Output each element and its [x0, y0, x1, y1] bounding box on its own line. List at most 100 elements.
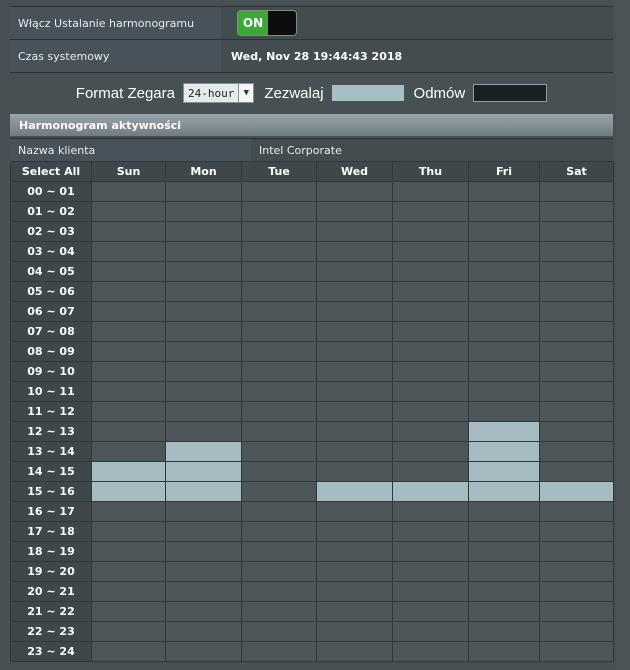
schedule-cell[interactable] [316, 461, 393, 482]
schedule-cell[interactable] [316, 281, 393, 302]
day-header-tue[interactable]: Tue [241, 161, 317, 182]
schedule-cell[interactable] [539, 281, 614, 302]
schedule-cell[interactable] [316, 321, 393, 342]
schedule-cell[interactable] [91, 461, 166, 482]
schedule-cell[interactable] [316, 541, 393, 562]
hour-label[interactable]: 17 ~ 18 [10, 521, 92, 542]
schedule-cell[interactable] [316, 401, 393, 422]
schedule-cell[interactable] [539, 521, 614, 542]
schedule-cell[interactable] [316, 241, 393, 262]
hour-label[interactable]: 03 ~ 04 [10, 241, 92, 262]
hour-label[interactable]: 12 ~ 13 [10, 421, 92, 442]
day-header-sun[interactable]: Sun [91, 161, 166, 182]
schedule-cell[interactable] [392, 481, 469, 502]
schedule-cell[interactable] [468, 481, 540, 502]
schedule-cell[interactable] [241, 501, 317, 522]
schedule-cell[interactable] [316, 181, 393, 202]
schedule-cell[interactable] [241, 201, 317, 222]
clock-format-select[interactable]: 24-hour ▼ [182, 83, 255, 103]
schedule-cell[interactable] [165, 241, 242, 262]
schedule-cell[interactable] [392, 441, 469, 462]
schedule-cell[interactable] [91, 601, 166, 622]
schedule-cell[interactable] [468, 181, 540, 202]
schedule-cell[interactable] [468, 601, 540, 622]
schedule-cell[interactable] [241, 621, 317, 642]
schedule-cell[interactable] [241, 361, 317, 382]
schedule-cell[interactable] [91, 421, 166, 442]
schedule-cell[interactable] [468, 501, 540, 522]
hour-label[interactable]: 11 ~ 12 [10, 401, 92, 422]
schedule-cell[interactable] [91, 181, 166, 202]
schedule-cell[interactable] [91, 301, 166, 322]
schedule-cell[interactable] [539, 641, 614, 662]
schedule-cell[interactable] [468, 641, 540, 662]
schedule-cell[interactable] [539, 441, 614, 462]
schedule-cell[interactable] [392, 221, 469, 242]
schedule-cell[interactable] [539, 621, 614, 642]
schedule-cell[interactable] [91, 401, 166, 422]
day-header-sat[interactable]: Sat [539, 161, 614, 182]
schedule-cell[interactable] [316, 261, 393, 282]
schedule-cell[interactable] [165, 221, 242, 242]
schedule-cell[interactable] [392, 501, 469, 522]
schedule-cell[interactable] [241, 341, 317, 362]
schedule-cell[interactable] [241, 261, 317, 282]
schedule-cell[interactable] [316, 381, 393, 402]
hour-label[interactable]: 14 ~ 15 [10, 461, 92, 482]
schedule-cell[interactable] [392, 561, 469, 582]
schedule-cell[interactable] [91, 321, 166, 342]
schedule-cell[interactable] [91, 501, 166, 522]
schedule-cell[interactable] [316, 341, 393, 362]
schedule-cell[interactable] [539, 401, 614, 422]
schedule-cell[interactable] [468, 521, 540, 542]
schedule-cell[interactable] [316, 301, 393, 322]
schedule-cell[interactable] [91, 641, 166, 662]
schedule-cell[interactable] [91, 341, 166, 362]
schedule-cell[interactable] [91, 441, 166, 462]
schedule-cell[interactable] [392, 601, 469, 622]
schedule-cell[interactable] [468, 381, 540, 402]
day-header-fri[interactable]: Fri [468, 161, 540, 182]
hour-label[interactable]: 15 ~ 16 [10, 481, 92, 502]
schedule-cell[interactable] [468, 261, 540, 282]
schedule-cell[interactable] [165, 261, 242, 282]
schedule-cell[interactable] [165, 581, 242, 602]
schedule-cell[interactable] [165, 561, 242, 582]
day-header-mon[interactable]: Mon [165, 161, 242, 182]
schedule-cell[interactable] [392, 581, 469, 602]
schedule-cell[interactable] [316, 641, 393, 662]
schedule-cell[interactable] [468, 361, 540, 382]
schedule-cell[interactable] [468, 281, 540, 302]
schedule-cell[interactable] [241, 461, 317, 482]
schedule-cell[interactable] [241, 561, 317, 582]
schedule-cell[interactable] [468, 401, 540, 422]
hour-label[interactable]: 07 ~ 08 [10, 321, 92, 342]
schedule-cell[interactable] [468, 241, 540, 262]
schedule-cell[interactable] [241, 601, 317, 622]
hour-label[interactable]: 08 ~ 09 [10, 341, 92, 362]
schedule-cell[interactable] [241, 421, 317, 442]
schedule-cell[interactable] [241, 381, 317, 402]
schedule-cell[interactable] [165, 201, 242, 222]
schedule-cell[interactable] [539, 561, 614, 582]
schedule-cell[interactable] [316, 221, 393, 242]
hour-label[interactable]: 00 ~ 01 [10, 181, 92, 202]
schedule-cell[interactable] [316, 521, 393, 542]
schedule-cell[interactable] [91, 381, 166, 402]
schedule-cell[interactable] [316, 481, 393, 502]
schedule-cell[interactable] [316, 201, 393, 222]
schedule-cell[interactable] [392, 521, 469, 542]
schedule-cell[interactable] [316, 421, 393, 442]
schedule-cell[interactable] [165, 541, 242, 562]
schedule-cell[interactable] [165, 621, 242, 642]
hour-label[interactable]: 18 ~ 19 [10, 541, 92, 562]
schedule-cell[interactable] [91, 241, 166, 262]
day-header-thu[interactable]: Thu [392, 161, 469, 182]
schedule-cell[interactable] [241, 321, 317, 342]
enable-schedule-toggle[interactable]: ON [237, 10, 297, 36]
hour-label[interactable]: 13 ~ 14 [10, 441, 92, 462]
schedule-cell[interactable] [468, 341, 540, 362]
schedule-cell[interactable] [539, 221, 614, 242]
schedule-cell[interactable] [468, 461, 540, 482]
schedule-cell[interactable] [91, 361, 166, 382]
